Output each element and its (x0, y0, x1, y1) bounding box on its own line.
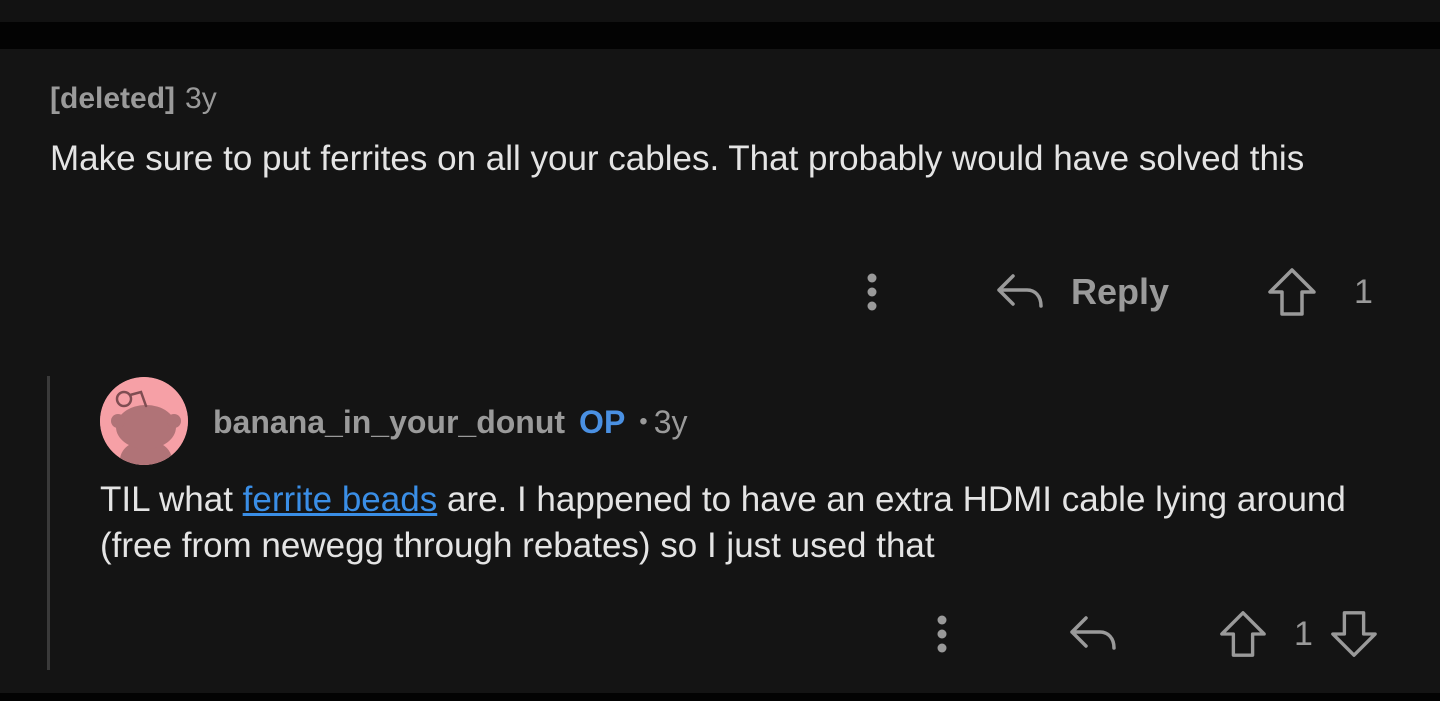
reply-age: 3y (653, 403, 688, 440)
meta-separator: • (639, 408, 648, 435)
reply-meta: banana_in_your_donut OP • 3y (213, 402, 687, 442)
reply-body: TIL what ferrite beads are. I happened t… (100, 477, 1400, 569)
reply-body-text: TIL what (100, 480, 243, 519)
reply-arrow-icon (997, 274, 1043, 308)
reply-score: 1 (1294, 614, 1313, 653)
reply-label: Reply (1071, 271, 1170, 312)
comment-score: 1 (1354, 272, 1373, 311)
comment-more-button[interactable] (852, 262, 892, 322)
comment-age: 3y (185, 82, 217, 115)
upvote-arrow-icon (1268, 268, 1316, 316)
comment-author[interactable]: [deleted] (50, 82, 175, 115)
upvote-arrow-icon (1220, 611, 1266, 657)
more-vertical-icon (867, 273, 877, 311)
reply-more-button[interactable] (922, 604, 962, 664)
comment-reply-button[interactable]: Reply (995, 262, 1169, 322)
reply-upvote-button[interactable] (1218, 609, 1268, 659)
comment-upvote-button[interactable] (1266, 266, 1318, 318)
reply-reply-button[interactable] (1068, 604, 1118, 664)
reply-arrow-icon (1070, 616, 1116, 650)
downvote-arrow-icon (1331, 611, 1377, 657)
comment-meta: [deleted] 3y (50, 80, 217, 118)
user-avatar[interactable] (100, 377, 188, 465)
op-badge: OP (579, 403, 626, 440)
top-bar (0, 0, 1440, 22)
reply-downvote-button[interactable] (1329, 609, 1379, 659)
reply-actions: 1 (0, 604, 1440, 664)
reddit-snoo-avatar (100, 377, 188, 465)
comment-vote-group: 1 (1266, 262, 1373, 322)
top-divider (0, 22, 1440, 49)
ferrite-beads-link[interactable]: ferrite beads (243, 480, 438, 519)
comment-body: Make sure to put ferrites on all your ca… (50, 139, 1305, 178)
bottom-divider (0, 693, 1440, 701)
comment-actions: Reply 1 (0, 262, 1440, 322)
reply-vote-group: 1 (1218, 604, 1379, 664)
reply-username[interactable]: banana_in_your_donut (213, 404, 565, 441)
more-vertical-icon (937, 615, 947, 653)
